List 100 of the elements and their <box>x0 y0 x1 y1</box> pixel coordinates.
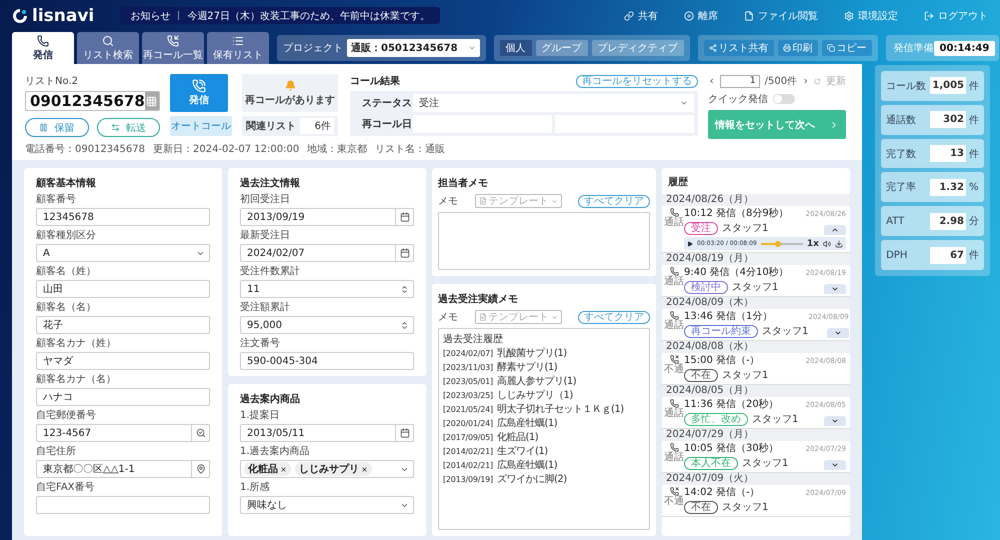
previous-icon[interactable] <box>708 76 716 86</box>
stat-unit: 件 <box>969 249 979 262</box>
expand-button[interactable] <box>826 328 849 338</box>
call-type: 通話 <box>664 408 684 419</box>
phone-icon <box>192 79 206 93</box>
next-icon[interactable] <box>802 76 810 86</box>
remove-icon[interactable] <box>361 466 368 472</box>
phone-field[interactable]: 09012345678 <box>25 91 160 111</box>
memo-date: [2023/03/25] <box>443 390 493 402</box>
tag-chip[interactable]: しじみサプリ <box>295 462 372 476</box>
card-title: 過去注文情報 <box>240 176 301 190</box>
mode-tab[interactable]: 個人 <box>500 40 532 56</box>
caret-icon <box>680 99 688 107</box>
recall-label: 再コール日 <box>361 118 410 131</box>
date-header: 2024/07/09（火） <box>662 473 850 485</box>
input-field[interactable]: 花子 <box>36 316 210 334</box>
staff-name: スタッフ1 <box>722 369 768 382</box>
input-field[interactable]: 山田 <box>36 280 210 298</box>
speed-label[interactable]: 1x <box>806 238 819 248</box>
related-count: 6件 <box>300 118 334 134</box>
call-time: 13:46 発信（1分） <box>684 311 774 323</box>
nav-tab[interactable]: 発信 <box>12 32 74 64</box>
select-field[interactable]: 興味なし <box>240 496 414 514</box>
download-icon[interactable] <box>835 240 843 248</box>
input-field[interactable]: 123-4567 <box>36 424 210 442</box>
action-button[interactable]: 印刷 <box>778 40 818 56</box>
stepper-icon[interactable] <box>400 284 408 294</box>
calendar-icon[interactable] <box>400 212 410 222</box>
field-label: 顧客番号 <box>36 194 77 206</box>
remove-icon[interactable] <box>280 466 287 472</box>
select-field[interactable]: 化粧品 しじみサプリ <box>240 460 414 478</box>
memo-item: 高麗人参サプリ(1) <box>496 376 576 388</box>
date-field[interactable]: 2013/05/11 <box>240 424 414 442</box>
seek-track[interactable] <box>760 240 803 246</box>
seek-thumb[interactable] <box>774 240 781 246</box>
call-button[interactable]: 発信 <box>170 74 228 112</box>
missed-call-icon <box>670 487 678 496</box>
nav-tab[interactable]: リスト検索 <box>77 32 139 64</box>
stat-unit: 件 <box>969 148 979 161</box>
app-logo: lisnavi <box>12 6 94 26</box>
nav-tab[interactable]: 再コール一覧 <box>142 32 204 64</box>
share-icon <box>708 44 717 52</box>
map-pin-icon[interactable] <box>196 464 206 474</box>
call-time: 9:40 発信（4分10秒） <box>684 267 790 279</box>
nav-link[interactable]: 離席 <box>684 8 718 22</box>
play-icon[interactable] <box>687 240 693 246</box>
expand-button[interactable] <box>824 416 846 426</box>
file-icon <box>744 10 754 20</box>
status-select[interactable]: 受注 <box>413 94 694 112</box>
input-field[interactable]: ハナコ <box>36 388 210 406</box>
status-tag: 本人不在 <box>684 456 738 470</box>
calendar-icon[interactable] <box>400 428 410 438</box>
meta-text: 電話番号：09012345678 <box>25 142 145 156</box>
status-tag: 不在 <box>684 500 718 514</box>
stat-label: コール数 <box>886 80 927 93</box>
phone-icon <box>670 267 678 276</box>
memo-date: [2017/09/05] <box>443 432 493 444</box>
auto-call-button[interactable]: オートコール <box>170 116 232 136</box>
card-title: 過去案内商品 <box>240 392 301 406</box>
stat-value: 302 <box>930 111 966 128</box>
input-field[interactable]: ヤマダ <box>36 352 210 370</box>
hold-button[interactable]: 保留 <box>25 118 88 137</box>
status-label: ステータス <box>361 97 410 110</box>
quick-label: クイック発信 <box>708 93 768 106</box>
quick-toggle[interactable] <box>773 94 795 104</box>
action-button[interactable]: リスト共有 <box>704 40 774 56</box>
chevron-icon <box>831 285 839 293</box>
input-field[interactable]: 東京都〇〇区△△1-1 <box>36 460 210 478</box>
expand-button[interactable] <box>824 225 846 235</box>
nav-link[interactable]: ファイル閲覧 <box>744 8 818 22</box>
search-icon[interactable] <box>196 428 206 438</box>
expand-button[interactable] <box>824 460 846 470</box>
tag-chip[interactable]: 化粧品 <box>244 462 291 476</box>
phone-icon <box>670 443 678 452</box>
date-field[interactable]: 2024/02/07 <box>240 244 414 262</box>
card-title: 顧客基本情報 <box>36 176 97 190</box>
volume-icon[interactable] <box>823 240 831 248</box>
input-field[interactable] <box>36 496 210 514</box>
field-label: 最新受注日 <box>240 230 291 242</box>
field-label: 1.所感 <box>240 482 271 494</box>
page-field[interactable]: 1 <box>720 74 760 88</box>
phone-icon <box>670 208 678 217</box>
expand-button[interactable] <box>824 284 846 294</box>
nav-link[interactable]: 共有 <box>624 8 658 22</box>
nav-tab[interactable]: 保有リスト <box>207 32 269 64</box>
input-field[interactable]: 590-0045-304 <box>240 352 414 370</box>
input-field[interactable]: 12345678 <box>36 208 210 226</box>
project-select[interactable]: 通販：05012345678 <box>347 39 480 57</box>
date-field[interactable]: 2013/09/19 <box>240 208 414 226</box>
select-field[interactable]: A <box>36 244 210 262</box>
staff-name: スタッフ1 <box>762 325 808 338</box>
stepper-icon[interactable] <box>400 320 408 330</box>
field-label: 初回受注日 <box>240 194 291 206</box>
number-field[interactable]: 11 <box>240 280 414 298</box>
action-button[interactable]: コピー <box>822 40 872 56</box>
memo-field[interactable] <box>438 328 650 530</box>
memo-item: 明太子切れ子セット１Ｋｇ(1) <box>496 404 624 416</box>
calendar-icon[interactable] <box>400 248 410 258</box>
number-field[interactable]: 95,000 <box>240 316 414 334</box>
memo-field[interactable] <box>438 212 650 270</box>
